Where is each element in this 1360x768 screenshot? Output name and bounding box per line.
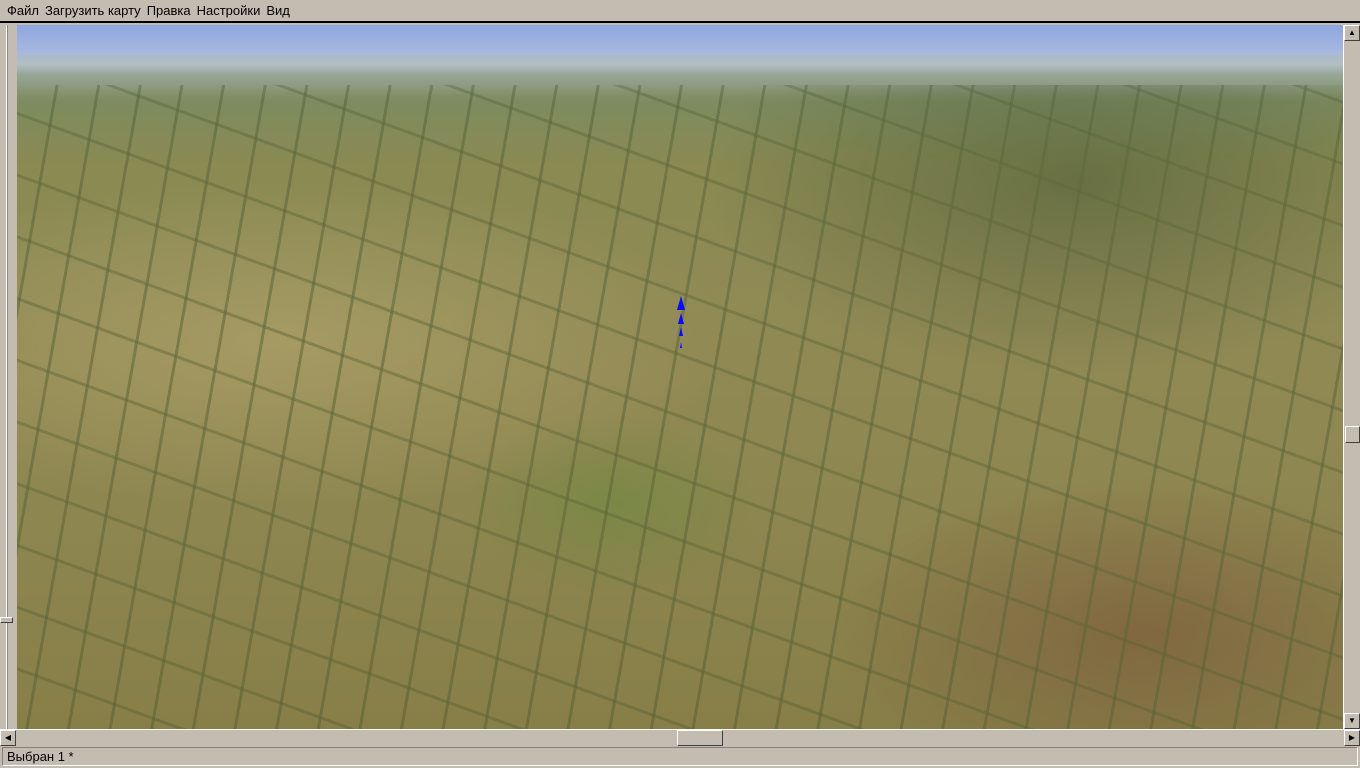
horizontal-scrollbar[interactable]: ◀ ▶ xyxy=(0,729,1360,746)
arrow-up-icon: ▲ xyxy=(1348,28,1356,37)
menu-edit[interactable]: Правка xyxy=(144,3,194,18)
scroll-up-button[interactable]: ▲ xyxy=(1344,25,1360,41)
vertical-scrollbar[interactable]: ▲ ▼ xyxy=(1343,25,1360,729)
scroll-right-button[interactable]: ▶ xyxy=(1344,730,1360,746)
vertical-scroll-thumb[interactable] xyxy=(1345,426,1360,443)
menu-file[interactable]: Файл xyxy=(4,3,42,18)
status-bar: Выбран 1 * xyxy=(0,746,1360,768)
3d-map-viewport[interactable] xyxy=(17,25,1343,729)
status-selection-text: Выбран 1 * xyxy=(2,747,1358,766)
scroll-down-button[interactable]: ▼ xyxy=(1344,713,1360,729)
menu-view[interactable]: Вид xyxy=(263,3,293,18)
arrow-down-icon: ▼ xyxy=(1348,716,1356,725)
scroll-left-button[interactable]: ◀ xyxy=(0,730,16,746)
splitter-handle[interactable] xyxy=(0,617,13,623)
horizontal-scroll-thumb[interactable] xyxy=(677,730,723,746)
arrow-right-icon: ▶ xyxy=(1348,733,1356,742)
menu-bar: Файл Загрузить карту Правка Настройки Ви… xyxy=(0,0,1360,23)
arrow-left-icon: ◀ xyxy=(4,733,12,742)
splitter-track xyxy=(6,25,8,729)
terrain-fields xyxy=(17,85,1343,729)
left-splitter xyxy=(0,25,17,729)
menu-settings[interactable]: Настройки xyxy=(194,3,264,18)
menu-load-map[interactable]: Загрузить карту xyxy=(42,3,144,18)
selected-object-marker-icon[interactable] xyxy=(674,296,688,352)
